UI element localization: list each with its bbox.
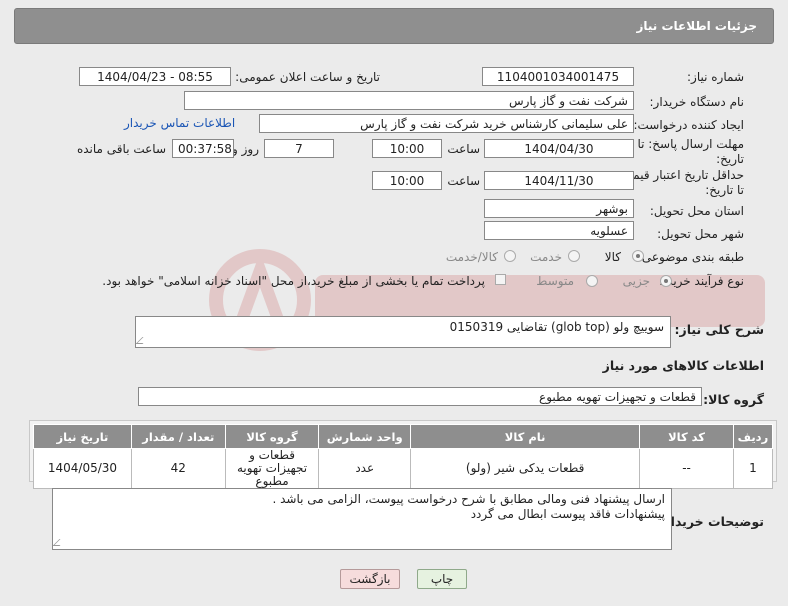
process-option-medium: متوسط (536, 274, 574, 288)
deadline-time-label: ساعت (447, 142, 480, 156)
treasury-payment-note: پرداخت تمام یا بخشی از مبلغ خرید،از محل … (102, 274, 485, 288)
description-label: شرح کلی نیاز: (674, 322, 764, 337)
col-header-unit: واحد شمارش (318, 424, 412, 449)
province-label: استان محل تحویل: (649, 204, 744, 218)
category-label: طبقه بندی موضوعی: (637, 250, 744, 264)
header-panel: جزئیات اطلاعات نیاز (14, 8, 774, 44)
need-number-label: شماره نیاز: (687, 70, 744, 84)
city-label: شهر محل تحویل: (657, 227, 744, 241)
col-header-item-code: کد کالا (639, 424, 734, 449)
category-radio-service[interactable] (568, 250, 580, 262)
buyer-org-field: شرکت نفت و گاز پارس (184, 91, 634, 110)
buyer-notes-line-2: پیشنهادات فاقد پیوست ابطال می گردد (470, 507, 665, 521)
category-radio-goods[interactable] (632, 250, 644, 262)
cell-quantity: 42 (130, 448, 226, 489)
announce-datetime-field: 1404/04/23 - 08:55 (79, 67, 231, 86)
cell-goods-group: قطعات و تجهیزات تهویه مطبوع (224, 448, 320, 489)
page-title: جزئیات اطلاعات نیاز (636, 19, 757, 33)
description-textarea: سوییچ ولو (glob top) تقاضایی 0150319 (135, 316, 671, 348)
validity-date-field: 1404/11/30 (484, 171, 634, 190)
category-option-service: خدمت (530, 250, 562, 264)
remaining-time-label: ساعت باقی مانده (76, 142, 166, 156)
category-option-goods-service: کالا/خدمت (445, 250, 498, 264)
deadline-label-date: تاریخ: (716, 152, 744, 166)
resize-grip-icon[interactable] (135, 337, 150, 344)
cell-unit: عدد (318, 448, 412, 489)
cell-row-number: 1 (732, 448, 774, 489)
goods-group-field: قطعات و تجهیزات تهویه مطبوع (138, 387, 702, 406)
items-table: ردیف کد کالا نام کالا واحد شمارش گروه کا… (33, 424, 774, 489)
need-number-field: 1104001034001475 (482, 67, 634, 86)
requester-field: علی سلیمانی کارشناس خرید شرکت نفت و گاز … (259, 114, 634, 133)
cell-item-code: -- (639, 448, 734, 489)
process-radio-medium[interactable] (586, 275, 598, 287)
description-text: سوییچ ولو (glob top) تقاضایی 0150319 (449, 320, 664, 334)
col-header-quantity: تعداد / مقدار (130, 424, 226, 449)
print-button[interactable]: چاپ (417, 569, 467, 589)
col-header-row-number: ردیف (732, 424, 774, 449)
cell-need-date: 1404/05/30 (33, 448, 132, 489)
remaining-time-field: 00:37:58 (172, 139, 234, 158)
days-remaining-field: 7 (264, 139, 334, 158)
min-validity-date-label: تا تاریخ: (705, 183, 744, 197)
buyer-notes-label: توضیحات خریدار: (658, 514, 764, 529)
deadline-label: مهلت ارسال پاسخ: تا (637, 137, 744, 151)
col-header-need-date: تاریخ نیاز (33, 424, 132, 449)
cell-item-name: قطعات یدکی شیر (ولو) (410, 448, 641, 489)
buyer-notes-line-1: ارسال پیشنهاد فنی ومالی مطابق با شرح درخ… (272, 492, 665, 506)
table-header-row: ردیف کد کالا نام کالا واحد شمارش گروه کا… (33, 424, 774, 449)
table-row: 1 -- قطعات یدکی شیر (ولو) عدد قطعات و تج… (33, 448, 774, 489)
buyer-contact-link[interactable]: اطلاعات تماس خریدار (124, 116, 235, 130)
category-option-goods: کالا (604, 250, 621, 264)
city-field: عسلویه (484, 221, 634, 240)
col-header-goods-group: گروه کالا (224, 424, 320, 449)
goods-info-title: اطلاعات کالاهای مورد نیاز (602, 358, 764, 373)
treasury-payment-checkbox[interactable] (495, 274, 506, 285)
buyer-org-label: نام دستگاه خریدار: (649, 95, 745, 109)
process-option-minor: جزیی (622, 274, 650, 288)
col-header-item-name: نام کالا (410, 424, 641, 449)
process-radio-minor[interactable] (660, 275, 672, 287)
min-validity-label: حداقل تاریخ اعتبار قیمت: (617, 168, 744, 182)
validity-time-field: 10:00 (372, 171, 442, 190)
announce-label: تاریخ و ساعت اعلان عمومی: (235, 70, 380, 84)
resize-grip-icon[interactable] (52, 539, 67, 546)
goods-group-label: گروه کالا: (703, 392, 764, 407)
buyer-notes-textarea: ارسال پیشنهاد فنی ومالی مطابق با شرح درخ… (52, 488, 672, 550)
requester-label: ایجاد کننده درخواست: (633, 118, 744, 132)
deadline-date-field: 1404/04/30 (484, 139, 634, 158)
category-radio-goods-service[interactable] (504, 250, 516, 262)
validity-time-label: ساعت (447, 174, 480, 188)
back-button[interactable]: بازگشت (340, 569, 400, 589)
province-field: بوشهر (484, 199, 634, 218)
days-label: روز و (232, 142, 259, 156)
deadline-time-field: 10:00 (372, 139, 442, 158)
